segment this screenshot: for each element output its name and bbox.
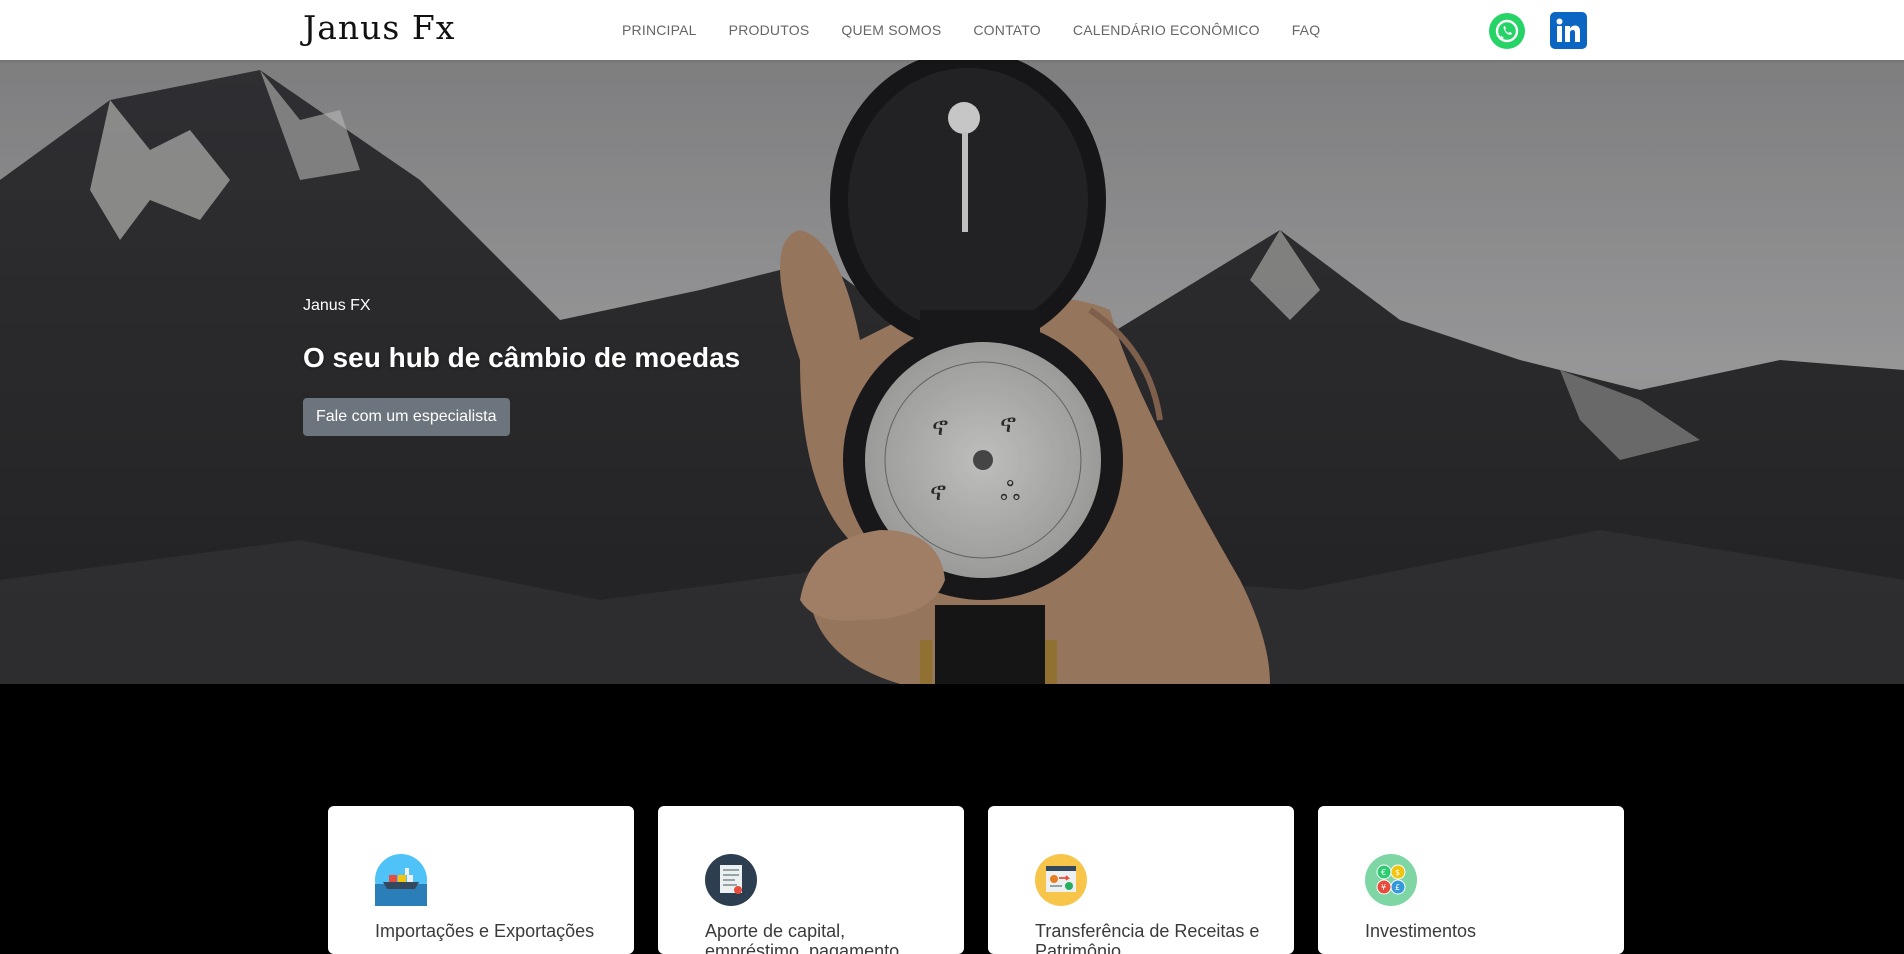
service-card-investments[interactable]: € $ ¥ £ Investimentos [1318,806,1624,954]
nav-faq[interactable]: FAQ [1292,22,1321,38]
svg-text:¥: ¥ [1381,883,1386,892]
ship-icon [375,854,427,906]
main-nav: PRINCIPAL PRODUTOS QUEM SOMOS CONTATO CA… [622,0,1352,60]
service-card-title: Importações e Exportações [375,921,595,941]
site-header: Janus Fx PRINCIPAL PRODUTOS QUEM SOMOS C… [0,0,1904,60]
document-icon [705,854,757,906]
svg-text:$: $ [1395,868,1400,877]
linkedin-icon[interactable] [1550,12,1587,49]
nav-produtos[interactable]: PRODUTOS [729,22,810,38]
nav-principal[interactable]: PRINCIPAL [622,22,697,38]
talk-to-specialist-button[interactable]: Fale com um especialista [303,398,510,436]
svg-text:£: £ [1395,883,1400,892]
svg-text:€: € [1381,868,1386,877]
hero-background-image: ኖ ኖ ኖ ஃ [0,60,1904,684]
nav-contato[interactable]: CONTATO [973,22,1041,38]
nav-quem-somos[interactable]: QUEM SOMOS [841,22,941,38]
transfer-icon [1035,854,1087,906]
service-card-title: Aporte de capital, empréstimo, pagamento [705,921,900,954]
hero-kicker: Janus FX [303,297,371,314]
hero-banner: ኖ ኖ ኖ ஃ Janus FX O seu hub de câmbio de … [0,60,1904,684]
logo[interactable]: Janus Fx [303,8,455,47]
service-card-imports-exports[interactable]: Importações e Exportações [328,806,634,954]
service-card-capital[interactable]: Aporte de capital, empréstimo, pagamento [658,806,964,954]
service-card-transfers[interactable]: Transferência de Receitas e Patrimônio [988,806,1294,954]
nav-calendario-economico[interactable]: CALENDÁRIO ECONÔMICO [1073,22,1260,38]
service-card-title: Transferência de Receitas e Patrimônio [1035,921,1260,954]
currencies-icon: € $ ¥ £ [1365,854,1417,906]
whatsapp-icon[interactable] [1489,13,1525,49]
hero-title: O seu hub de câmbio de moedas [303,342,741,373]
service-card-title: Investimentos [1365,921,1477,941]
